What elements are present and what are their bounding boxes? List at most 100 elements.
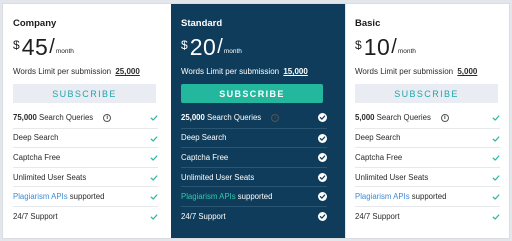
feature-list: 75,000 Search Queries i Deep Search Captcha…	[13, 108, 158, 226]
feature-item: Plagiarism APIs supported	[13, 186, 158, 206]
feature-item: 24/7 Support	[355, 205, 500, 226]
feature-item: 24/7 Support	[181, 205, 327, 226]
feature-text: 24/7 Support	[355, 211, 400, 221]
price-slash: /	[217, 36, 223, 58]
feature-text: Deep Search	[13, 133, 59, 143]
feature-text: Deep Search	[355, 133, 401, 143]
feature-label: 5,000 Search Queries	[355, 113, 431, 122]
price-period: month	[397, 48, 416, 55]
feature-text: Search Queries	[374, 113, 431, 123]
feature-label: Deep Search	[13, 133, 59, 142]
check-icon	[150, 174, 158, 182]
info-icon[interactable]: i	[103, 113, 112, 122]
price-amount: 20	[189, 34, 217, 60]
feature-label: Captcha Free	[181, 153, 228, 162]
check-icon	[318, 211, 327, 221]
feature-label: Unlimited User Seats	[355, 173, 428, 182]
feature-label: Deep Search	[355, 133, 401, 142]
plagiarism-apis-link[interactable]: Plagiarism APIs	[181, 192, 236, 201]
words-limit: Words Limit per submission 15,000	[181, 67, 308, 76]
check-icon	[492, 154, 500, 162]
feature-item: Captcha Free	[355, 147, 500, 167]
plan-card-basic: Basic $ 10 / month Words Limit per submi…	[345, 4, 509, 238]
feature-label: Captcha Free	[355, 153, 402, 162]
words-limit: Words Limit per submission 25,000	[13, 67, 140, 76]
feature-quota: 75,000	[13, 113, 37, 123]
feature-item: Unlimited User Seats	[13, 166, 158, 187]
info-icon[interactable]: i	[271, 113, 280, 122]
feature-label: Plagiarism APIs supported	[355, 192, 446, 201]
subscribe-button-basic[interactable]: SUBSCRIBE	[355, 84, 498, 103]
feature-text: Captcha Free	[355, 152, 403, 162]
subscribe-button-standard[interactable]: SUBSCRIBE	[181, 84, 323, 103]
currency-symbol: $	[355, 38, 362, 52]
currency-symbol: $	[13, 38, 20, 52]
plan-price: $ 45 / month	[13, 35, 74, 59]
words-limit: Words Limit per submission 5,000	[355, 67, 477, 76]
check-icon	[150, 213, 158, 221]
words-limit-value: 25,000	[115, 67, 140, 76]
plan-price: $ 20 / month	[181, 35, 242, 59]
feature-text: supported	[67, 192, 105, 202]
check-icon	[318, 133, 327, 143]
check-icon	[492, 135, 500, 143]
feature-text: supported	[235, 192, 273, 202]
price-period: month	[55, 48, 74, 55]
feature-text: supported	[409, 192, 447, 202]
feature-label: Unlimited User Seats	[181, 173, 254, 182]
info-icon[interactable]: i	[440, 113, 449, 122]
words-limit-label: Words Limit per submission	[355, 67, 454, 76]
feature-item: Captcha Free	[181, 147, 327, 167]
check-icon	[150, 193, 158, 201]
feature-label: 24/7 Support	[181, 212, 226, 221]
plan-name: Company	[13, 18, 57, 29]
feature-text: Search Queries	[204, 113, 262, 123]
check-icon	[318, 192, 327, 202]
price-slash: /	[49, 36, 55, 58]
feature-label: Captcha Free	[13, 153, 60, 162]
words-limit-value: 15,000	[283, 67, 308, 76]
feature-text: Captcha Free	[13, 152, 61, 162]
feature-item: 75,000 Search Queries i	[13, 108, 158, 128]
plan-name: Standard	[181, 18, 223, 29]
feature-text: Unlimited User Seats	[13, 172, 87, 182]
words-limit-label: Words Limit per submission	[13, 67, 112, 76]
feature-list: 5,000 Search Queries i Deep Search Captcha …	[355, 108, 500, 226]
feature-item: Plagiarism APIs supported	[181, 186, 327, 206]
check-icon	[318, 172, 327, 182]
words-limit-label: Words Limit per submission	[181, 67, 280, 76]
feature-text: 24/7 Support	[13, 211, 58, 221]
feature-text: Captcha Free	[181, 152, 229, 162]
check-icon	[318, 153, 327, 163]
plagiarism-apis-link[interactable]: Plagiarism APIs	[355, 192, 410, 201]
check-icon	[492, 114, 500, 122]
plagiarism-apis-link[interactable]: Plagiarism APIs	[13, 192, 68, 201]
subscribe-button-company[interactable]: SUBSCRIBE	[13, 84, 156, 103]
currency-symbol: $	[181, 38, 188, 52]
feature-label: Deep Search	[181, 133, 227, 142]
check-icon	[492, 213, 500, 221]
feature-text: Unlimited User Seats	[355, 172, 429, 182]
feature-label: 75,000 Search Queries	[13, 113, 93, 122]
feature-list: 25,000 Search Queries i Deep Search Captcha…	[181, 108, 327, 226]
check-icon	[492, 174, 500, 182]
check-icon	[150, 135, 158, 143]
feature-label: Plagiarism APIs supported	[181, 192, 272, 201]
feature-quota: 5,000	[355, 113, 375, 123]
feature-item: 25,000 Search Queries i	[181, 108, 327, 128]
feature-item: Deep Search	[13, 127, 158, 148]
plan-price: $ 10 / month	[355, 35, 416, 59]
check-icon	[150, 154, 158, 162]
feature-label: Plagiarism APIs supported	[13, 192, 104, 201]
price-amount: 10	[363, 34, 391, 60]
plan-card-company: Company $ 45 / month Words Limit per sub…	[3, 4, 171, 238]
feature-item: Captcha Free	[13, 147, 158, 167]
feature-item: 5,000 Search Queries i	[355, 108, 500, 128]
feature-item: Deep Search	[355, 127, 500, 148]
feature-text: Search Queries	[36, 113, 94, 123]
check-icon	[492, 193, 500, 201]
feature-text: 24/7 Support	[181, 211, 226, 221]
plan-name: Basic	[355, 18, 381, 29]
feature-label: 24/7 Support	[13, 212, 58, 221]
feature-item: 24/7 Support	[13, 205, 158, 226]
